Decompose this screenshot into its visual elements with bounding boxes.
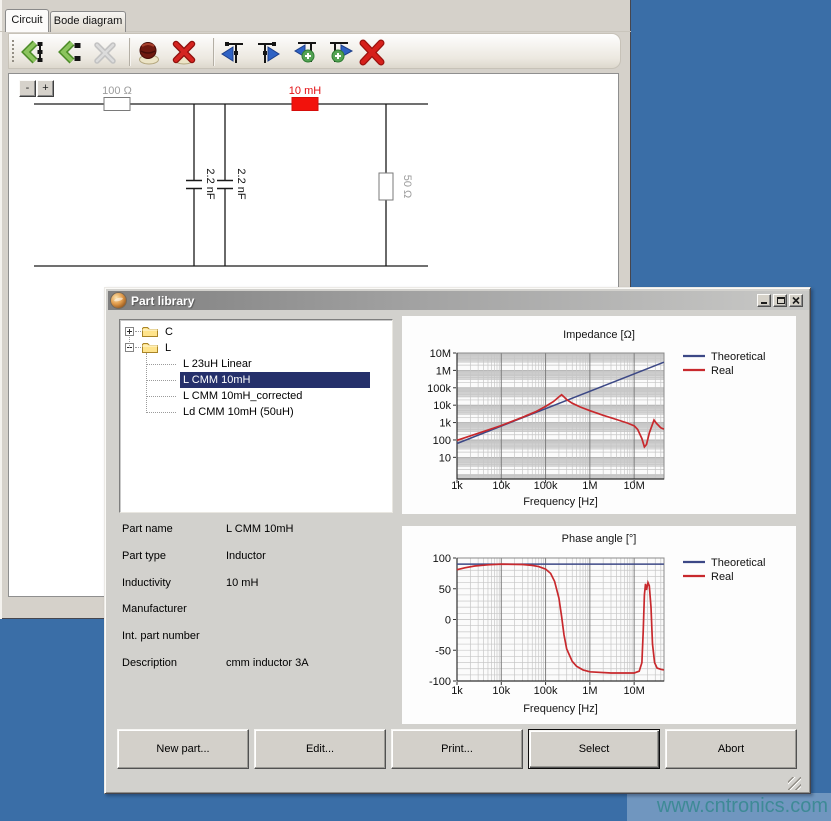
svg-text:Real: Real — [711, 571, 734, 583]
add-probe-right-icon[interactable] — [328, 38, 354, 66]
svg-text:100k: 100k — [427, 383, 451, 395]
probe-right-icon[interactable] — [256, 38, 282, 66]
folder-icon-l — [141, 341, 159, 359]
detail-label-int-part-number: Int. part number — [122, 630, 200, 642]
cap2-label: 2.2 nF — [235, 168, 247, 199]
tree-connector — [146, 353, 147, 413]
delete-part-icon[interactable] — [359, 38, 385, 66]
new-part-button[interactable]: New part... — [117, 729, 249, 769]
tree-connector — [146, 364, 176, 365]
svg-text:1M: 1M — [582, 480, 597, 492]
svg-text:10M: 10M — [623, 685, 644, 697]
resistor-50ohm[interactable] — [379, 173, 393, 200]
svg-text:10k: 10k — [492, 480, 510, 492]
svg-text:10k: 10k — [433, 400, 451, 412]
tree-connector — [146, 380, 176, 381]
tree-item-l[interactable]: L — [165, 342, 171, 354]
detail-value-inductivity: 10 mH — [226, 577, 258, 589]
part-tree: C L L 23uH Linear L CMM 10mH L CMM 10mH_… — [119, 319, 393, 513]
detail-label-description: Description — [122, 657, 177, 669]
main-window-left-edge — [0, 0, 2, 619]
tree-item[interactable]: Ld CMM 10mH (50uH) — [183, 406, 294, 418]
svg-text:100k: 100k — [534, 480, 558, 492]
close-button[interactable] — [789, 294, 803, 307]
svg-text:10M: 10M — [623, 480, 644, 492]
edit-button[interactable]: Edit... — [254, 729, 386, 769]
svg-text:Real: Real — [711, 365, 734, 377]
delete-core-part-icon[interactable] — [171, 38, 197, 66]
svg-text:Frequency [Hz]: Frequency [Hz] — [523, 703, 598, 715]
resize-grip[interactable] — [788, 777, 801, 790]
svg-text:10M: 10M — [430, 348, 451, 360]
svg-text:Theoretical: Theoretical — [711, 351, 765, 363]
resistor-50ohm-label: 50 Ω — [401, 175, 413, 199]
svg-text:50: 50 — [439, 584, 451, 596]
abort-button[interactable]: Abort — [665, 729, 797, 769]
svg-text:-50: -50 — [435, 645, 451, 657]
svg-text:1M: 1M — [582, 685, 597, 697]
part-library-icon — [111, 293, 126, 308]
svg-text:1k: 1k — [451, 480, 463, 492]
cap1-label: 2.2 nF — [204, 168, 216, 199]
probe-left-icon[interactable] — [219, 38, 245, 66]
impedance-chart: 10M 1M 100k 10k 1k 100 10 1k 10k 100k 1M 10M Theoret… — [402, 316, 796, 514]
watermark-text: www.cntronics.com — [627, 793, 831, 821]
maximize-button[interactable] — [773, 294, 787, 307]
resistor-100ohm[interactable] — [104, 98, 130, 111]
toolbar — [8, 33, 621, 69]
tree-item[interactable]: L CMM 10mH_corrected — [183, 390, 302, 402]
svg-text:Impedance [Ω]: Impedance [Ω] — [563, 329, 635, 341]
svg-text:10k: 10k — [492, 685, 510, 697]
svg-text:10: 10 — [439, 452, 451, 464]
dialog-titlebar[interactable]: Part library — [108, 291, 809, 310]
tree-connector — [129, 337, 130, 348]
tab-circuit[interactable]: Circuit — [5, 9, 49, 32]
detail-value-description: cmm inductor 3A — [226, 657, 309, 669]
dialog-title: Part library — [131, 294, 194, 308]
svg-text:100: 100 — [433, 435, 451, 447]
detail-label-part-type: Part type — [122, 550, 166, 562]
svg-text:100k: 100k — [534, 685, 558, 697]
svg-text:1k: 1k — [451, 685, 463, 697]
minimize-button[interactable] — [757, 294, 771, 307]
part-library-dialog: Part library C L L 23uH Linear L CMM 10m… — [104, 287, 811, 794]
toolbar-grip[interactable] — [12, 40, 14, 64]
core-part-icon[interactable] — [136, 38, 162, 66]
phase-chart: 100 50 0 -50 -1001k 10k 100k 1M 10M Theoretical Re… — [402, 526, 796, 724]
detail-value-part-name: L CMM 10mH — [226, 523, 293, 535]
tab-bode-diagram[interactable]: Bode diagram — [50, 11, 126, 32]
tree-expand-c[interactable] — [125, 327, 134, 336]
select-button[interactable]: Select — [528, 729, 660, 769]
disabled-cross-icon[interactable] — [92, 38, 118, 66]
detail-label-manufacturer: Manufacturer — [122, 603, 187, 615]
detail-value-part-type: Inductor — [226, 550, 266, 562]
inductor-10mh-label: 10 mH — [289, 85, 321, 97]
assign-part-left-icon[interactable] — [58, 38, 84, 66]
add-probe-left-icon[interactable] — [292, 38, 318, 66]
toolbar-separator-1 — [129, 38, 130, 66]
svg-text:100: 100 — [433, 553, 451, 565]
tree-item[interactable]: L 23uH Linear — [183, 358, 252, 370]
svg-text:Theoretical: Theoretical — [711, 557, 765, 569]
toolbar-separator-2 — [213, 38, 214, 66]
tree-connector — [146, 412, 176, 413]
watermark-band: www.cntronics.com — [627, 793, 831, 821]
resistor-100ohm-label: 100 Ω — [102, 85, 132, 97]
detail-label-inductivity: Inductivity — [122, 577, 171, 589]
tree-item-selected[interactable]: L CMM 10mH — [180, 372, 370, 388]
svg-text:Frequency [Hz]: Frequency [Hz] — [523, 496, 598, 508]
inductor-10mh[interactable] — [292, 98, 318, 111]
detail-label-part-name: Part name — [122, 523, 173, 535]
tree-item-c[interactable]: C — [165, 326, 173, 338]
tree-connector — [146, 396, 176, 397]
print-button[interactable]: Print... — [391, 729, 523, 769]
insert-part-left-icon[interactable] — [21, 38, 47, 66]
svg-text:1k: 1k — [439, 418, 451, 430]
svg-text:1M: 1M — [436, 365, 451, 377]
svg-text:0: 0 — [445, 615, 451, 627]
svg-text:Phase angle [°]: Phase angle [°] — [562, 533, 637, 545]
svg-text:-100: -100 — [429, 676, 451, 688]
